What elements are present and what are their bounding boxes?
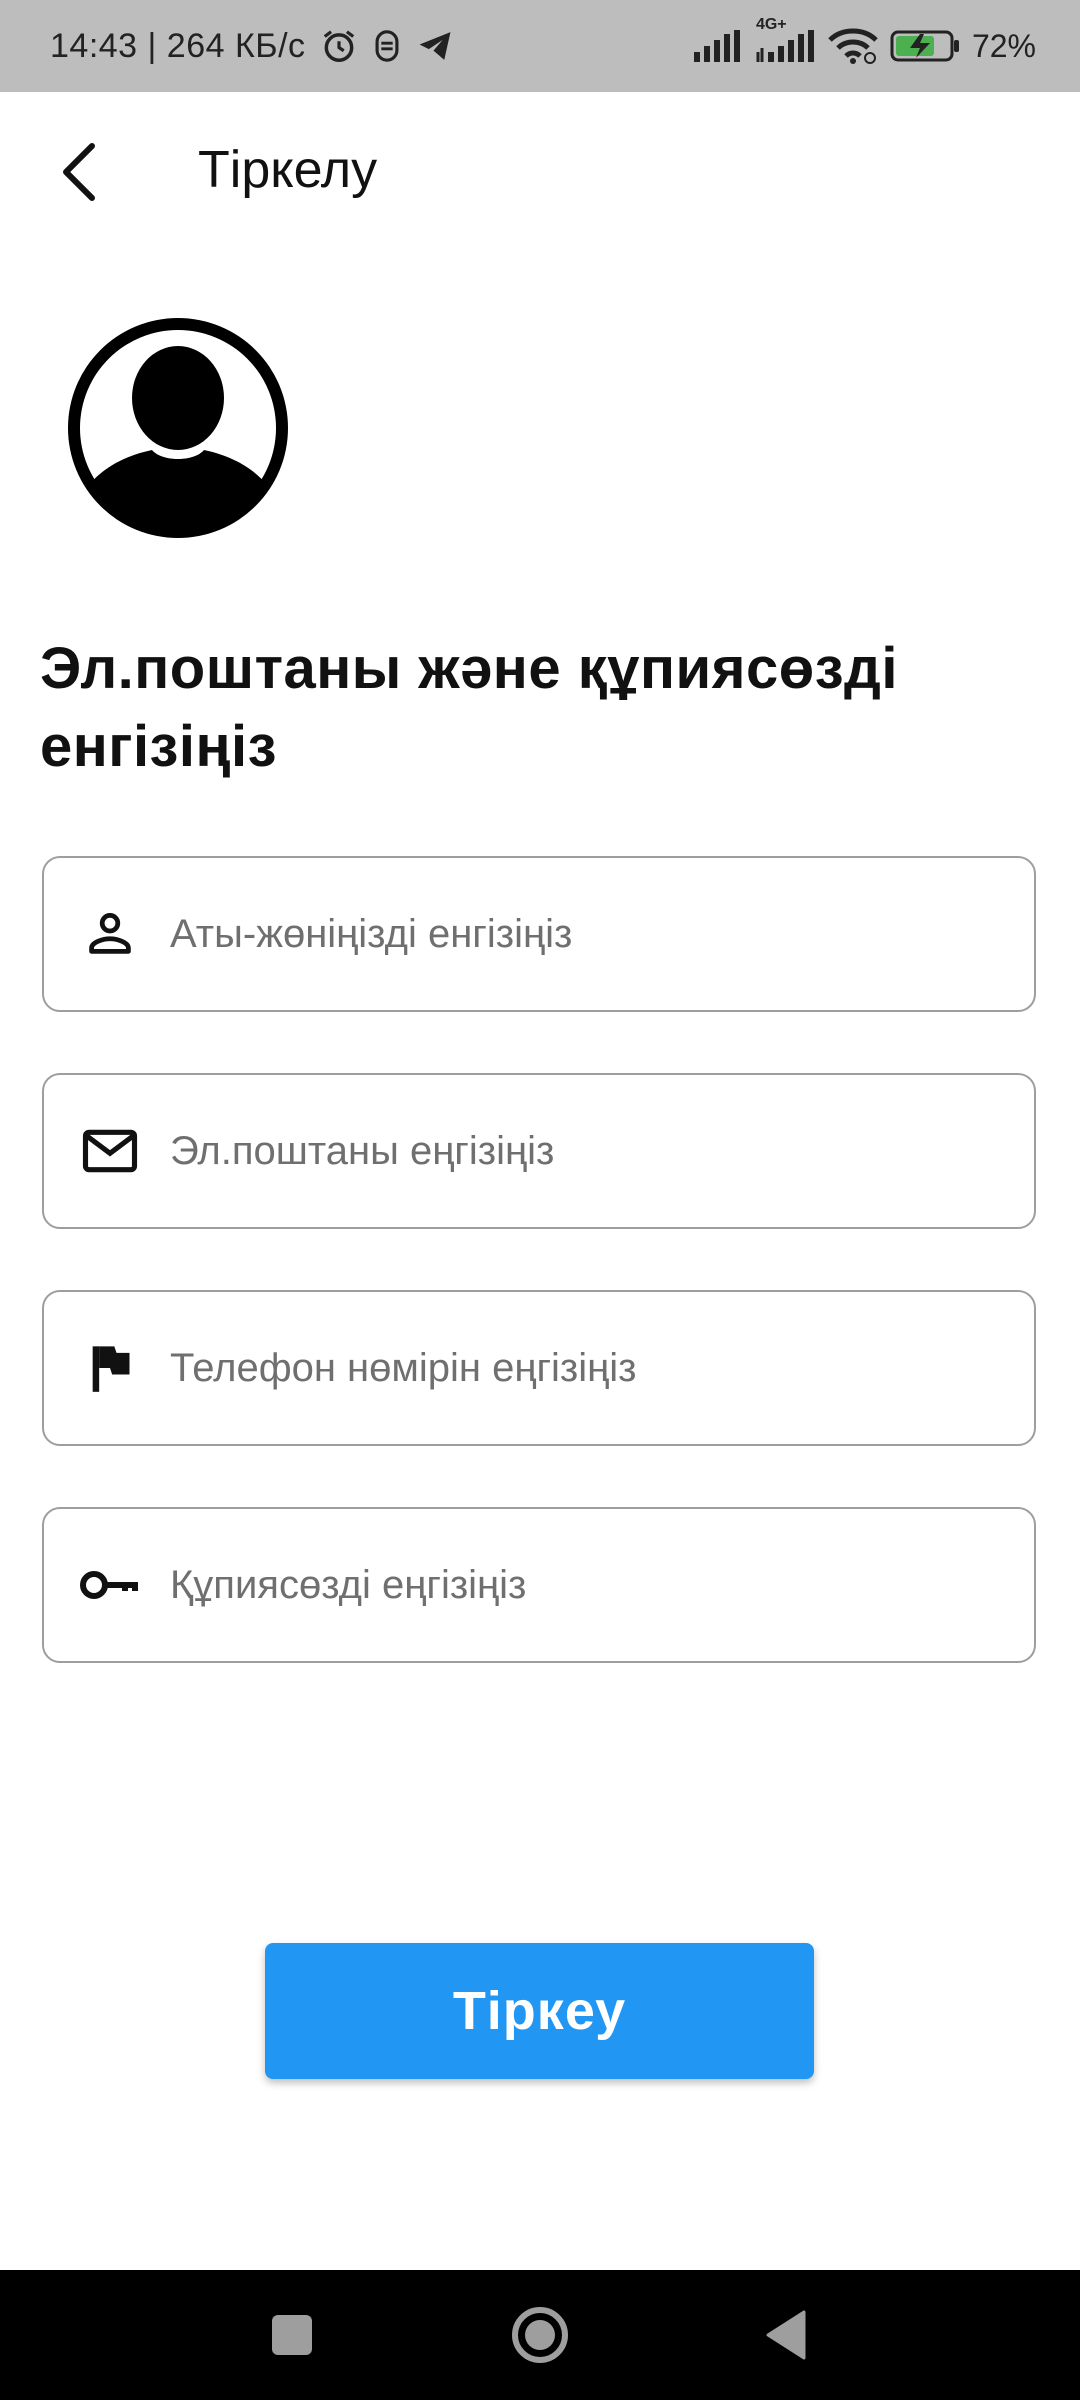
status-bar: 14:43 | 264 КБ/с 4G+ 72% <box>0 0 1080 92</box>
form-heading: Эл.поштаны және құпиясөзді енгізіңіз <box>40 636 898 779</box>
phone-input[interactable] <box>168 1344 992 1392</box>
mail-icon <box>78 1119 142 1183</box>
page-title: Тіркелу <box>198 141 378 199</box>
status-left: 14:43 | 264 КБ/с <box>50 0 454 92</box>
email-input[interactable] <box>168 1127 992 1175</box>
circle-icon <box>512 2307 568 2363</box>
app-bar: Тіркелу <box>0 92 1080 252</box>
flag-icon <box>78 1336 142 1400</box>
wifi-icon <box>828 28 878 64</box>
back-button[interactable] <box>40 132 120 212</box>
navigation-bar <box>0 2270 1080 2400</box>
register-button[interactable]: Тіркеу <box>265 1943 814 2079</box>
notification-icon <box>372 29 402 63</box>
status-time-speed: 14:43 | 264 КБ/с <box>50 26 306 65</box>
avatar-icon <box>62 312 294 544</box>
signal-4g-icon: 4G+ <box>754 16 816 62</box>
home-button[interactable] <box>480 2270 600 2400</box>
full-name-field[interactable] <box>42 856 1036 1012</box>
phone-field[interactable] <box>42 1290 1036 1446</box>
signal-icon <box>692 30 742 62</box>
battery-percent: 72% <box>971 27 1036 64</box>
person-icon <box>78 902 142 966</box>
full-name-input[interactable] <box>168 910 992 958</box>
battery-icon <box>890 28 960 64</box>
triangle-back-icon <box>766 2310 806 2360</box>
telegram-icon <box>416 29 454 63</box>
network-type-label: 4G+ <box>755 16 787 33</box>
password-field[interactable] <box>42 1507 1036 1663</box>
back-nav-button[interactable] <box>726 2270 846 2400</box>
recents-button[interactable] <box>232 2270 352 2400</box>
key-icon <box>78 1553 142 1617</box>
alarm-icon <box>320 27 358 65</box>
arrow-back-icon <box>63 143 95 201</box>
square-icon <box>272 2315 312 2355</box>
status-right: 4G+ 72% <box>692 0 1036 92</box>
email-field[interactable] <box>42 1073 1036 1229</box>
password-input[interactable] <box>168 1561 992 1609</box>
